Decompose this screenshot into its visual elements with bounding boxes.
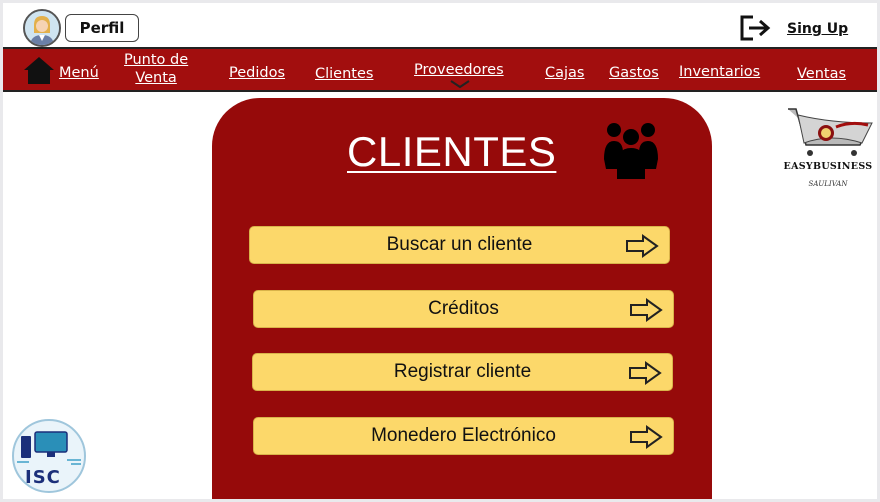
nav-item-clientes[interactable]: Clientes [315, 65, 373, 83]
arrow-right-icon [629, 361, 662, 385]
nav-item-punto-de-venta-line1: Punto de [124, 52, 189, 68]
user-avatar-icon [25, 11, 59, 45]
isc-logo-text: ISC [25, 467, 61, 488]
nav-item-menu[interactable]: Menú [59, 64, 99, 82]
nav-item-inventarios[interactable]: Inventarios [679, 63, 760, 81]
option-creditos-button[interactable]: Créditos [253, 290, 674, 328]
nav-item-pedidos[interactable]: Pedidos [229, 64, 285, 82]
option-buscar-cliente-button[interactable]: Buscar un cliente [249, 226, 670, 264]
main-navbar: Menú Punto de Venta Pedidos Clientes Pro… [3, 47, 877, 92]
nav-item-punto-de-venta[interactable]: Punto de Venta [124, 51, 188, 87]
profile-button[interactable]: Perfil [65, 14, 139, 42]
arrow-right-icon [630, 298, 663, 322]
signup-link[interactable]: Sing Up [787, 21, 848, 37]
option-label: Monedero Electrónico [371, 425, 556, 446]
option-label: Buscar un cliente [386, 234, 533, 255]
nav-item-cajas[interactable]: Cajas [545, 64, 584, 82]
home-icon[interactable] [23, 54, 55, 86]
brand-tagline: SAULIVAN [808, 180, 848, 188]
people-group-icon [604, 123, 658, 179]
arrow-right-icon [630, 425, 663, 449]
logout-icon[interactable] [739, 14, 773, 42]
brand-name: EASYBUSINESS [783, 161, 873, 172]
page-title: CLIENTES [347, 128, 557, 175]
option-registrar-cliente-button[interactable]: Registrar cliente [252, 353, 673, 391]
arrow-right-icon [626, 234, 659, 258]
option-label: Registrar cliente [393, 361, 532, 382]
nav-item-ventas[interactable]: Ventas [797, 65, 846, 83]
nav-item-punto-de-venta-line2: Venta [135, 70, 177, 86]
option-monedero-electronico-button[interactable]: Monedero Electrónico [253, 417, 674, 455]
app-frame: Perfil Sing Up Menú Punto de Venta Pedid… [3, 3, 877, 499]
option-label: Créditos [428, 298, 499, 319]
nav-item-gastos[interactable]: Gastos [609, 64, 659, 82]
nav-item-proveedores[interactable]: Proveedores [414, 61, 504, 79]
chevron-down-icon[interactable] [449, 79, 471, 89]
user-avatar[interactable] [23, 9, 61, 47]
